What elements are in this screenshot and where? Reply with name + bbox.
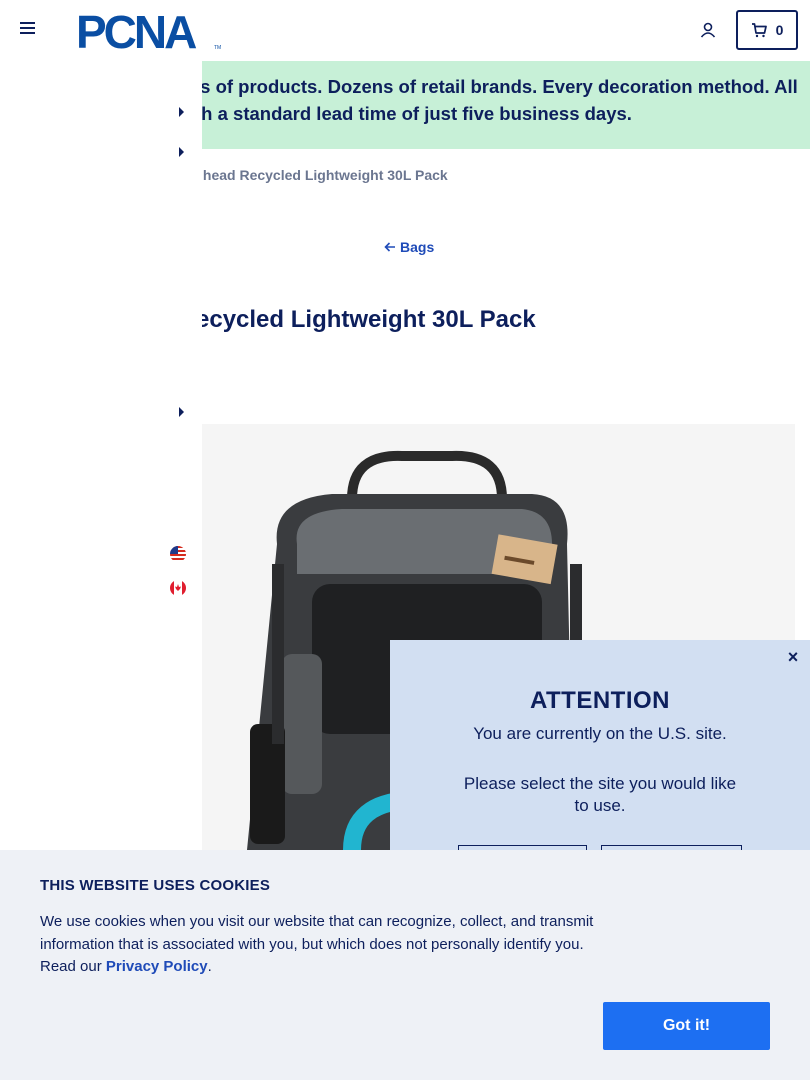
caret-right-icon[interactable] [179, 147, 184, 157]
us-flag-icon[interactable] [170, 546, 186, 562]
site-header: PCNA TM 0 [0, 0, 810, 61]
product-title: ecycled Lightweight 30L Pack [202, 306, 536, 333]
promo-line-2: th a standard lead time of just five bus… [202, 103, 632, 124]
breadcrumb-current: lhead Recycled Lightweight 30L Pack [202, 167, 448, 183]
attention-current-site: You are currently on the U.S. site. [473, 724, 727, 743]
cookie-title: THIS WEBSITE USES COOKIES [40, 877, 271, 894]
caret-right-icon[interactable] [179, 407, 184, 417]
close-icon[interactable]: × [786, 648, 800, 666]
cart-count: 0 [775, 22, 784, 38]
cart-button[interactable]: 0 [736, 10, 798, 50]
breadcrumb: lhead Recycled Lightweight 30L Pack [202, 165, 502, 187]
back-to-category-link[interactable]: Bags [384, 239, 434, 255]
attention-instruction: Please select the site you would like to… [463, 774, 737, 815]
cookie-message: We use cookies when you visit our websit… [40, 911, 610, 979]
hamburger-icon[interactable] [20, 22, 36, 38]
back-link-label: Bags [400, 239, 435, 255]
promo-banner: ls of products. Dozens of retail brands.… [202, 61, 810, 149]
promo-line-1: ls of products. Dozens of retail brands.… [202, 76, 798, 97]
user-icon[interactable] [699, 21, 717, 39]
promo-text: ls of products. Dozens of retail brands.… [202, 73, 798, 127]
site-selector-popup [390, 640, 810, 850]
product-title-wrap: ecycled Lightweight 30L Pack [202, 304, 702, 340]
cookie-body-suffix: . [207, 958, 212, 975]
canada-flag-icon[interactable] [170, 580, 186, 596]
attention-title: ATTENTION [529, 687, 671, 714]
svg-text:TM: TM [214, 45, 221, 51]
accept-cookies-button[interactable]: Got it! [603, 1002, 770, 1050]
cart-icon [751, 23, 767, 38]
arrow-left-icon [384, 242, 395, 252]
svg-text:PCNA: PCNA [76, 11, 196, 51]
pcna-logo[interactable]: PCNA TM [76, 11, 226, 51]
caret-right-icon[interactable] [179, 107, 184, 117]
privacy-policy-link[interactable]: Privacy Policy [106, 958, 208, 975]
